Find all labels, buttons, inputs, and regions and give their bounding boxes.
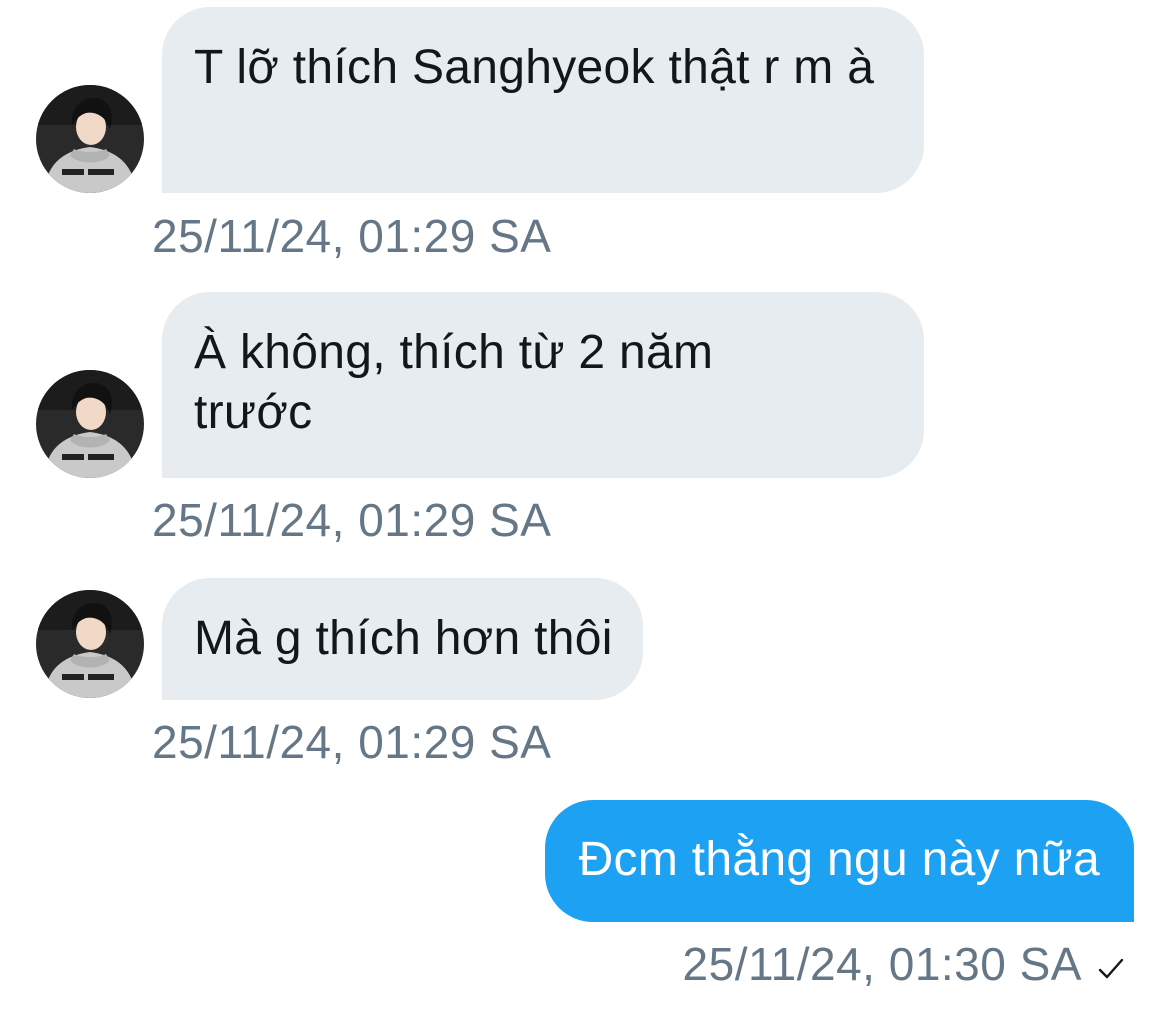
user-avatar[interactable]: [36, 370, 144, 478]
avatar-image: [36, 590, 144, 698]
message-timestamp: 25/11/24, 01:30 SA: [682, 938, 1082, 990]
message-timestamp-row: 25/11/24, 01:30 SA: [683, 938, 1124, 990]
outgoing-message-bubble[interactable]: Đcm thằng ngu này nữa: [544, 800, 1134, 922]
avatar-image: [36, 85, 144, 193]
message-timestamp: 25/11/24, 01:29 SA: [152, 716, 552, 768]
avatar-image: [36, 370, 144, 478]
user-avatar[interactable]: [36, 590, 144, 698]
message-text: Mà g thích hơn thôi: [194, 612, 613, 665]
incoming-message-bubble[interactable]: À không, thích từ 2 năm trước: [162, 292, 924, 478]
message-timestamp: 25/11/24, 01:29 SA: [152, 494, 552, 546]
checkmark-icon: [1098, 958, 1124, 979]
incoming-message-bubble[interactable]: T lỡ thích Sanghyeok thật r m à: [162, 7, 924, 193]
user-avatar[interactable]: [36, 85, 144, 193]
message-text: À không, thích từ 2 năm trước: [194, 326, 714, 439]
message-timestamp: 25/11/24, 01:29 SA: [152, 210, 552, 262]
message-text: Đcm thằng ngu này nữa: [578, 833, 1100, 886]
message-text: T lỡ thích Sanghyeok thật r m à: [194, 41, 875, 94]
incoming-message-bubble[interactable]: Mà g thích hơn thôi: [162, 578, 643, 700]
